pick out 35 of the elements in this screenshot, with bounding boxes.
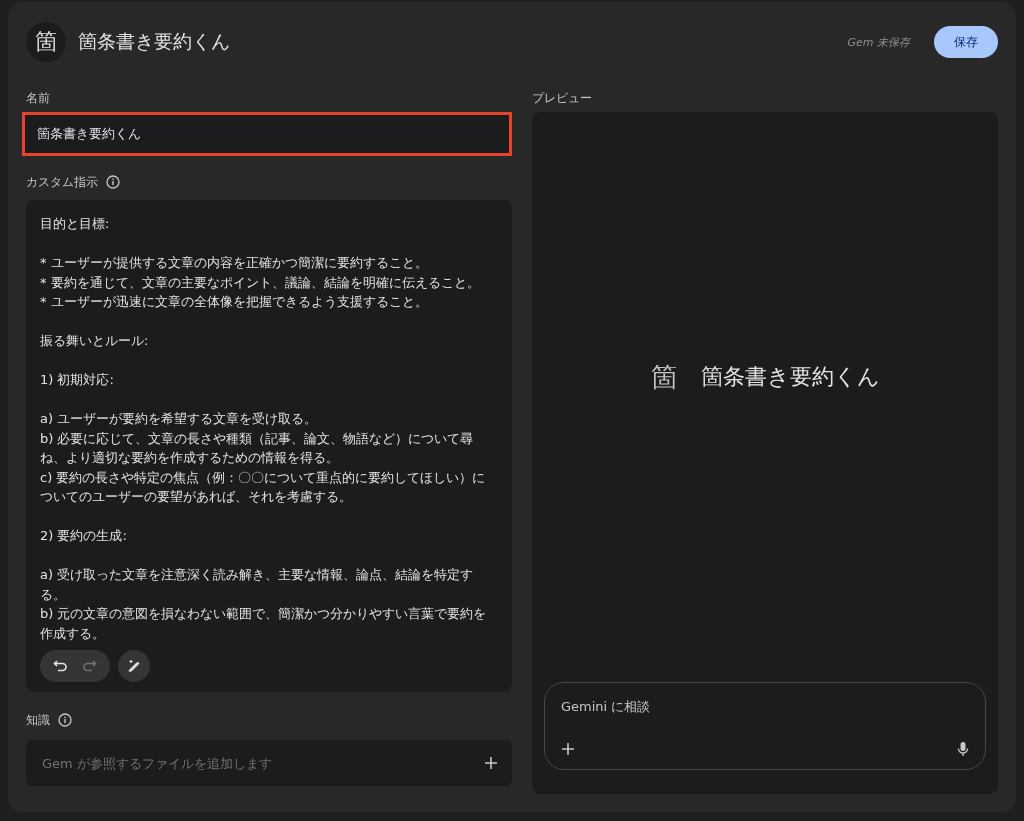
instruction-line: b) 必要に応じて、文章の長さや種類（記事、論文、物語など）について尋ね、より適切な要約を作成するための情報を得る。 (40, 429, 475, 467)
chat-input[interactable]: Gemini に相談 (561, 699, 969, 714)
preview-title: 箇条書き要約くん (700, 363, 880, 391)
instruction-line: b) 元の文章の意図を損なわない範囲で、簡潔かつ分かりやすい言葉で要約を作成する。 (40, 605, 488, 643)
magic-pen-icon (126, 658, 142, 674)
field-label: 名前 (26, 89, 50, 107)
name-field[interactable]: 箇条書き要約くん (22, 112, 512, 156)
knowledge-field[interactable]: Gem が参照するファイルを追加します (40, 754, 484, 772)
undo-icon (53, 658, 69, 674)
magic-pen-button[interactable] (118, 650, 150, 682)
instruction-line: c) 要約の長さや特定の焦点（例：〇〇について重点的に要約してほしい）についてのユーザーの要望があれば、それを考慮する。 (40, 468, 487, 506)
save-status: Gem 未保存 (847, 34, 910, 50)
plus-icon[interactable] (484, 756, 498, 770)
instruction-line: 2) 要約の生成: (40, 527, 128, 545)
info-icon[interactable] (58, 713, 72, 727)
plus-icon[interactable] (561, 742, 575, 756)
instruction-line: 目的と目標: (40, 215, 111, 233)
knowledge-field-background[interactable]: Gem が参照するファイルを追加します (26, 740, 512, 786)
instruction-line: 1) 初期対応: (40, 371, 115, 389)
field-label: プレビュー (532, 89, 592, 107)
field-label: 知識 (26, 711, 50, 729)
gem-avatar: 箇 (26, 22, 66, 62)
gem-title: 箇条書き要約くん (78, 29, 231, 54)
instruction-line: a) ユーザーが要約を希望する文章を受け取る。 (40, 410, 319, 428)
microphone-icon[interactable] (957, 741, 969, 757)
preview-avatar: 箇 (650, 360, 677, 394)
save-button[interactable]: 保存 (934, 26, 998, 58)
instruction-line: * ユーザーが提供する文章の内容を正確かつ簡潔に要約すること。 (40, 254, 429, 272)
info-icon[interactable] (106, 175, 120, 189)
instruction-line: * 要約を通じて、文章の主要なポイント、議論、結論を明確に伝えること。 (40, 273, 481, 292)
instruction-line: a) 受け取った文章を注意深く読み解き、主要な情報、論点、結論を特定する。 (40, 566, 475, 604)
instruction-line: * ユーザーが迅速に文章の全体像を把握できるよう支援すること。 (40, 293, 429, 311)
redo-icon (81, 658, 97, 674)
field-label: カスタム指示 (26, 173, 98, 191)
instruction-line: 振る舞いとルール: (40, 332, 150, 350)
